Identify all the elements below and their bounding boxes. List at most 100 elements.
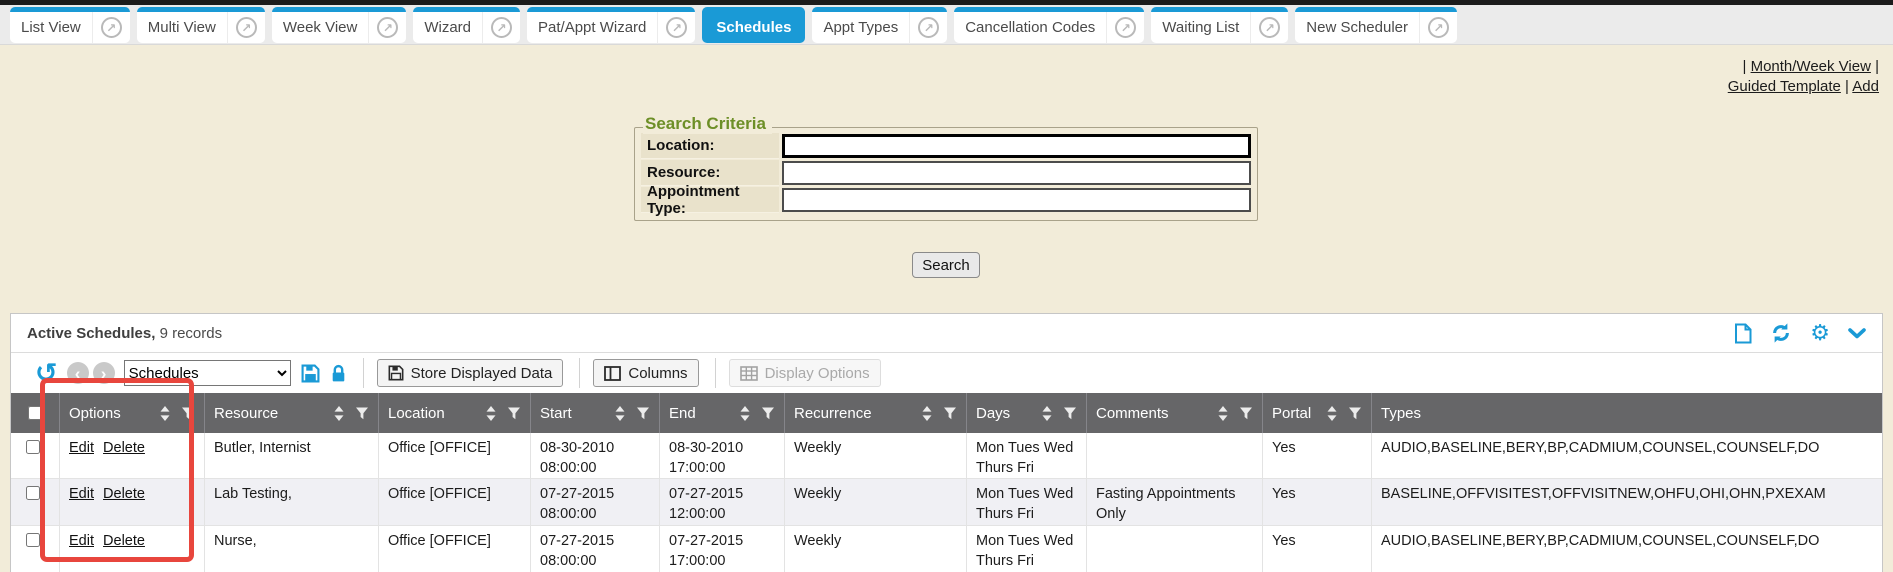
chevron-down-icon[interactable] xyxy=(1848,328,1866,339)
sort-icon[interactable] xyxy=(334,406,344,421)
row-checkbox[interactable] xyxy=(26,533,40,547)
end-cell: 07-27-2015 17:00:00 xyxy=(659,526,784,572)
tab-schedules-active[interactable]: Schedules xyxy=(702,7,805,43)
open-in-new-window-button[interactable]: ↗ xyxy=(1250,12,1288,43)
column-header-start[interactable]: Start xyxy=(530,393,659,433)
quick-links: | Month/Week View | Guided Template | Ad… xyxy=(1728,57,1879,97)
open-in-new-window-button[interactable]: ↗ xyxy=(909,12,947,43)
delete-link[interactable]: Delete xyxy=(103,533,145,549)
tab-week-view[interactable]: Week View ↗ xyxy=(272,7,406,43)
row-select-cell xyxy=(11,479,59,525)
tab-new-scheduler[interactable]: New Scheduler ↗ xyxy=(1295,7,1457,43)
location-cell: Office [OFFICE] xyxy=(378,479,530,525)
open-in-new-window-button[interactable]: ↗ xyxy=(92,12,130,43)
delete-link[interactable]: Delete xyxy=(103,486,145,502)
row-checkbox[interactable] xyxy=(26,486,40,500)
edit-link[interactable]: Edit xyxy=(69,533,94,549)
table-header-row: Options Resource Location Start End Recu… xyxy=(11,393,1882,433)
column-label: Portal xyxy=(1272,405,1311,422)
table-row: Edit Delete Butler, Internist Office [OF… xyxy=(11,433,1882,479)
filter-icon[interactable] xyxy=(1063,407,1077,420)
add-link[interactable]: Add xyxy=(1852,78,1879,95)
panel-title-row: Active Schedules, 9 records ⚙ xyxy=(11,314,1882,352)
options-cell: Edit Delete xyxy=(59,479,204,525)
sort-icon[interactable] xyxy=(1218,406,1228,421)
tab-cancellation-codes[interactable]: Cancellation Codes ↗ xyxy=(954,7,1144,43)
edit-link[interactable]: Edit xyxy=(69,486,94,502)
filter-icon[interactable] xyxy=(636,407,650,420)
filter-icon[interactable] xyxy=(507,407,521,420)
tab-label: Waiting List xyxy=(1151,12,1250,43)
month-week-view-link[interactable]: Month/Week View xyxy=(1751,58,1871,75)
row-checkbox[interactable] xyxy=(26,440,40,454)
tab-label: Multi View xyxy=(137,12,227,43)
tab-wizard[interactable]: Wizard ↗ xyxy=(413,7,520,43)
open-in-new-window-button[interactable]: ↗ xyxy=(1106,12,1144,43)
appointment-type-input[interactable] xyxy=(782,188,1251,212)
open-in-new-window-button[interactable]: ↗ xyxy=(657,12,695,43)
open-in-new-window-button[interactable]: ↗ xyxy=(368,12,406,43)
tab-waiting-list[interactable]: Waiting List ↗ xyxy=(1151,7,1288,43)
delete-link[interactable]: Delete xyxy=(103,440,145,456)
column-header-comments[interactable]: Comments xyxy=(1086,393,1262,433)
column-header-portal[interactable]: Portal xyxy=(1262,393,1371,433)
column-header-resource[interactable]: Resource xyxy=(204,393,378,433)
next-button[interactable]: › xyxy=(93,362,115,384)
filter-icon[interactable] xyxy=(761,407,775,420)
column-label: Start xyxy=(540,405,572,422)
tab-label: List View xyxy=(10,12,92,43)
table-row: Edit Delete Nurse, Office [OFFICE] 07-27… xyxy=(11,526,1882,572)
sort-icon[interactable] xyxy=(486,406,496,421)
external-link-icon: ↗ xyxy=(1115,17,1136,38)
select-all-checkbox[interactable] xyxy=(28,406,42,420)
tab-pat-appt-wizard[interactable]: Pat/Appt Wizard ↗ xyxy=(527,7,695,43)
sort-icon[interactable] xyxy=(615,406,625,421)
filter-icon[interactable] xyxy=(1239,407,1253,420)
column-label: Location xyxy=(388,405,445,422)
portal-cell: Yes xyxy=(1262,479,1371,525)
open-in-new-window-button[interactable]: ↗ xyxy=(482,12,520,43)
gear-icon[interactable]: ⚙ xyxy=(1810,322,1830,344)
search-button[interactable]: Search xyxy=(912,252,980,278)
filter-icon[interactable] xyxy=(355,407,369,420)
filter-icon[interactable] xyxy=(181,407,195,420)
sort-icon[interactable] xyxy=(922,406,932,421)
refresh-icon[interactable] xyxy=(1770,322,1792,344)
end-cell: 08-30-2010 17:00:00 xyxy=(659,433,784,478)
nav-tab-bar: List View ↗ Multi View ↗ Week View ↗ Wiz… xyxy=(0,5,1893,45)
columns-button[interactable]: Columns xyxy=(593,359,698,387)
tab-multi-view[interactable]: Multi View ↗ xyxy=(137,7,265,43)
record-count: 9 records xyxy=(160,325,223,342)
open-in-new-window-button[interactable]: ↗ xyxy=(1419,12,1457,43)
location-input[interactable] xyxy=(782,134,1251,158)
column-header-recurrence[interactable]: Recurrence xyxy=(784,393,966,433)
new-page-icon[interactable] xyxy=(1734,323,1752,344)
lock-icon[interactable] xyxy=(330,364,347,383)
pipe-separator: | xyxy=(1743,58,1747,75)
resource-input[interactable] xyxy=(782,161,1251,185)
tab-appt-types[interactable]: Appt Types ↗ xyxy=(812,7,947,43)
column-header-days[interactable]: Days xyxy=(966,393,1086,433)
tab-list-view[interactable]: List View ↗ xyxy=(10,7,130,43)
sort-icon[interactable] xyxy=(160,406,170,421)
guided-template-link[interactable]: Guided Template xyxy=(1728,78,1841,95)
filter-icon[interactable] xyxy=(1348,407,1362,420)
sort-icon[interactable] xyxy=(1042,406,1052,421)
filter-icon[interactable] xyxy=(943,407,957,420)
save-view-icon[interactable] xyxy=(301,364,320,383)
store-displayed-data-button[interactable]: Store Displayed Data xyxy=(377,359,564,387)
undo-icon[interactable]: ↺ xyxy=(35,360,58,387)
previous-button[interactable]: ‹ xyxy=(67,362,89,384)
column-header-options[interactable]: Options xyxy=(59,393,204,433)
sort-icon[interactable] xyxy=(1327,406,1337,421)
view-select[interactable]: Schedules xyxy=(124,360,291,386)
edit-link[interactable]: Edit xyxy=(69,440,94,456)
open-in-new-window-button[interactable]: ↗ xyxy=(227,12,265,43)
column-header-types[interactable]: Types xyxy=(1371,393,1882,433)
column-header-end[interactable]: End xyxy=(659,393,784,433)
column-header-location[interactable]: Location xyxy=(378,393,530,433)
comments-cell xyxy=(1086,433,1262,478)
tab-label: Schedules xyxy=(702,12,805,43)
sort-icon[interactable] xyxy=(740,406,750,421)
resource-cell: Butler, Internist xyxy=(204,433,378,478)
